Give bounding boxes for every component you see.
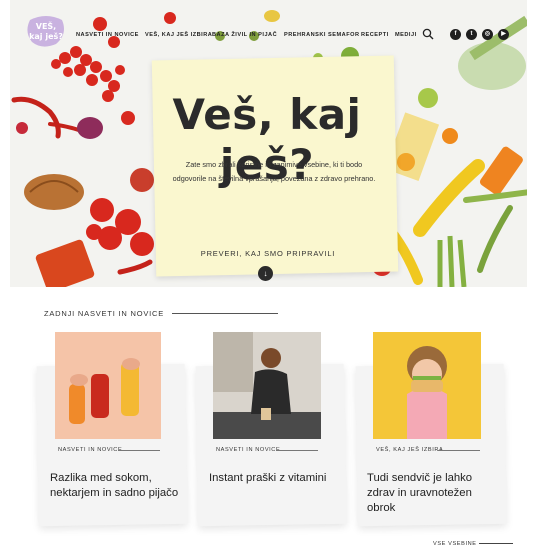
instagram-icon[interactable]: ◎ [482, 29, 493, 40]
category-divider [118, 450, 160, 451]
article-category-3: VEŠ, KAJ JEŠ IZBIRA [376, 447, 444, 453]
twitter-icon[interactable]: t [466, 29, 477, 40]
category-divider [276, 450, 318, 451]
category-divider [438, 450, 480, 451]
article-image-2[interactable] [213, 332, 321, 439]
section-title: ZADNJI NASVETI IN NOVICE [44, 309, 165, 318]
nav-item-mediji[interactable]: MEDIJI [395, 32, 417, 38]
section-divider [172, 313, 278, 314]
article-category-1: NASVETI IN NOVICE [58, 447, 123, 453]
facebook-icon[interactable]: f [450, 29, 461, 40]
svg-text:VEŠ,: VEŠ, [36, 20, 56, 31]
article-image-3[interactable] [373, 332, 481, 439]
nav-item-baza-zivil[interactable]: BAZA ŽIVIL IN PIJAČ [212, 32, 277, 38]
nav-item-nasveti[interactable]: NASVETI IN NOVICE [76, 32, 139, 38]
scroll-down-icon[interactable]: ↓ [258, 266, 273, 281]
site-logo[interactable]: VEŠ, kaj ješ? [26, 14, 66, 48]
nav-item-recepti[interactable]: RECEPTI [361, 32, 389, 38]
search-icon[interactable] [422, 28, 434, 40]
arrow-right-icon[interactable] [479, 543, 513, 544]
article-title-1[interactable]: Razlika med sokom, nektarjem in sadno pi… [50, 471, 182, 501]
svg-text:kaj ješ?: kaj ješ? [29, 31, 63, 41]
article-title-2[interactable]: Instant praški z vitamini [209, 471, 341, 486]
all-content-link[interactable]: VSE VSEBINE [433, 541, 477, 547]
article-title-3[interactable]: Tudi sendvič je lahko zdrav in uravnotež… [367, 471, 501, 516]
nav-item-izbira[interactable]: VEŠ, KAJ JEŠ IZBIRA [145, 32, 212, 38]
youtube-icon[interactable]: ▶ [498, 29, 509, 40]
article-image-1[interactable] [55, 332, 161, 439]
nav-item-prehranski-semafor[interactable]: PREHRANSKI SEMAFOR [284, 32, 360, 38]
article-category-2: NASVETI IN NOVICE [216, 447, 281, 453]
hero-description: Zate smo zbrali koristne in zanimive vse… [172, 160, 376, 183]
hero-cta-link[interactable]: PREVERI, KAJ SMO PRIPRAVILI [168, 249, 368, 258]
